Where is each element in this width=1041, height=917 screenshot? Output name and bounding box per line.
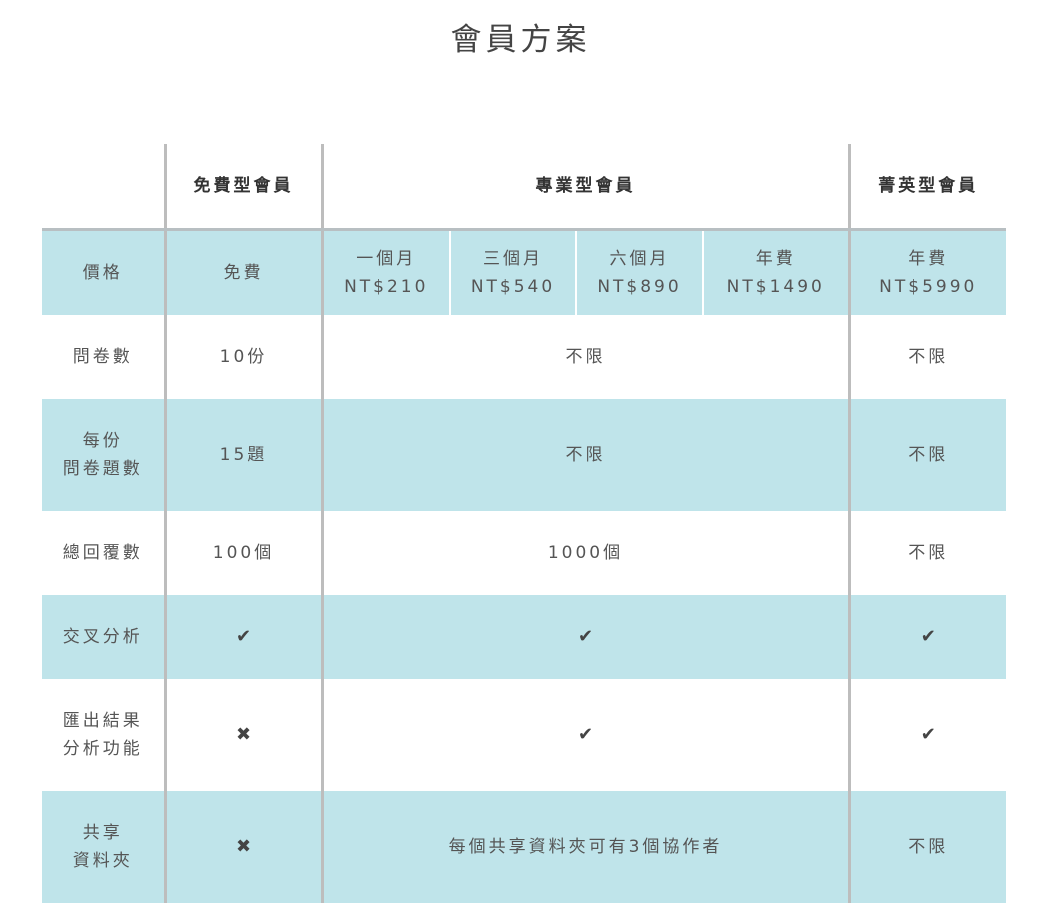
check-icon: ✔ [577,724,594,745]
export-label-line2: 分析功能 [62,739,143,759]
check-icon: ✔ [920,626,936,647]
cross-analysis-row: 交叉分析 ✔ ✔ ✔ [42,595,1006,679]
check-icon: ✔ [577,626,594,647]
page-title: 會員方案 [450,22,591,58]
price-elite-year-amount: NT$5990 [879,277,978,297]
header-free: 免費型會員 [163,144,322,231]
responses-label: 總回覆數 [62,543,143,563]
shared-folder-elite: 不限 [847,791,1006,903]
questions-elite: 不限 [847,399,1006,511]
export-label-line1: 匯出結果 [62,711,143,731]
price-pro-year: 年費 NT$1490 [702,229,849,315]
questions-label-line1: 每份 [82,431,123,451]
questions-row: 每份 問卷題數 15題 不限 不限 [42,399,1006,511]
price-pro-year-amount: NT$1490 [726,277,825,297]
surveys-row: 問卷數 10份 不限 不限 [42,315,1006,399]
price-label: 價格 [42,229,165,315]
surveys-pro: 不限 [320,315,849,399]
price-pro-quarter-period: 三個月 [483,249,543,269]
price-pro-monthly-period: 一個月 [356,249,417,269]
price-elite-year-period: 年費 [908,249,949,269]
questions-label: 每份 問卷題數 [42,399,165,511]
responses-elite: 不限 [847,511,1006,595]
header-row: 免費型會員 專業型會員 菁英型會員 [42,144,1006,231]
questions-pro: 不限 [320,399,849,511]
price-pro-monthly-amount: NT$210 [344,277,429,297]
questions-label-line2: 問卷題數 [62,459,143,479]
shared-folder-row: 共享 資料夾 ✖ 每個共享資料夾可有3個協作者 不限 [42,791,1006,903]
price-elite-year: 年費 NT$5990 [847,229,1006,315]
price-free: 免費 [163,229,322,315]
cross-analysis-label: 交叉分析 [42,595,165,679]
surveys-free: 10份 [163,315,322,399]
price-pro-year-period: 年費 [755,249,796,269]
cross-icon: ✖ [235,724,252,745]
responses-row: 總回覆數 100個 1000個 不限 [42,511,1006,595]
price-pro-monthly: 一個月 NT$210 [320,229,450,315]
price-pro-half-period: 六個月 [609,249,670,269]
surveys-elite: 不限 [847,315,1006,399]
surveys-label: 問卷數 [72,347,133,367]
header-elite: 菁英型會員 [847,144,1006,231]
header-pro: 專業型會員 [320,144,849,231]
shared-folder-label: 共享 資料夾 [42,791,165,903]
cross-icon: ✖ [235,836,252,857]
export-row: 匯出結果 分析功能 ✖ ✔ ✔ [42,679,1006,791]
price-row: 價格 免費 一個月 NT$210 三個月 NT$540 六個月 NT$890 年… [42,229,1006,315]
shared-folder-label-line2: 資料夾 [72,851,133,871]
check-icon: ✔ [235,626,252,647]
check-icon: ✔ [920,724,936,745]
price-pro-quarter: 三個月 NT$540 [449,229,576,315]
price-pro-half-amount: NT$890 [597,277,682,297]
export-label: 匯出結果 分析功能 [42,679,165,791]
responses-pro: 1000個 [320,511,849,595]
price-pro-half: 六個月 NT$890 [575,229,703,315]
responses-free: 100個 [163,511,322,595]
shared-folder-label-line1: 共享 [82,823,123,843]
membership-comparison-table: 免費型會員 專業型會員 菁英型會員 價格 免費 一個月 NT$210 三個月 N… [42,144,1006,903]
shared-folder-pro: 每個共享資料夾可有3個協作者 [320,791,849,903]
price-pro-quarter-amount: NT$540 [470,277,556,297]
questions-free: 15題 [163,399,322,511]
header-empty-cell [42,144,165,231]
